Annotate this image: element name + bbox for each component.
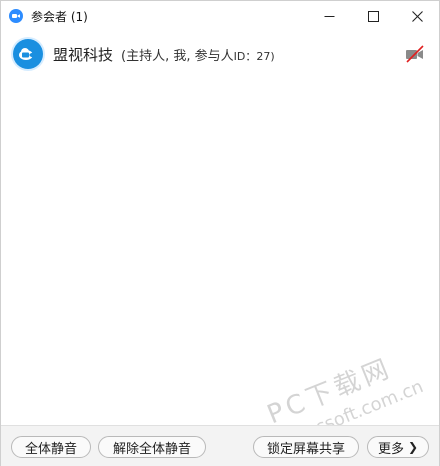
participants-window: 参会者 (1) 盟视科技 (主持人, 我, 参与人ID：27) PC下载网 pc… bbox=[0, 0, 440, 466]
lock-screen-share-button[interactable]: 锁定屏幕共享 bbox=[253, 436, 359, 458]
unmute-all-button[interactable]: 解除全体静音 bbox=[98, 436, 206, 458]
participant-row[interactable]: 盟视科技 (主持人, 我, 参与人ID：27) bbox=[1, 33, 439, 75]
window-controls bbox=[307, 1, 439, 31]
close-button[interactable] bbox=[395, 1, 439, 31]
more-button[interactable]: 更多 ❯ bbox=[367, 436, 429, 458]
camera-cloud-icon bbox=[19, 48, 33, 60]
zoom-app-icon bbox=[9, 9, 23, 23]
participant-id: ID：27) bbox=[233, 49, 275, 63]
minimize-button[interactable] bbox=[307, 1, 351, 31]
participant-role-text: (主持人, 我, 参与人 bbox=[121, 48, 234, 64]
footer-bar: 全体静音 解除全体静音 锁定屏幕共享 更多 ❯ bbox=[1, 425, 439, 466]
close-icon bbox=[411, 10, 423, 22]
mute-all-button[interactable]: 全体静音 bbox=[11, 436, 91, 458]
chevron-right-icon: ❯ bbox=[407, 440, 419, 454]
maximize-icon bbox=[367, 10, 379, 22]
title-bar[interactable]: 参会者 (1) bbox=[1, 1, 439, 31]
maximize-button[interactable] bbox=[351, 1, 395, 31]
participant-role: (主持人, 我, 参与人ID：27) bbox=[121, 45, 275, 64]
window-title: 参会者 (1) bbox=[31, 9, 88, 24]
participant-name: 盟视科技 bbox=[53, 45, 114, 64]
more-label: 更多 bbox=[377, 441, 404, 457]
minimize-icon bbox=[324, 15, 334, 17]
avatar bbox=[13, 39, 43, 69]
video-off-icon[interactable] bbox=[405, 45, 425, 63]
